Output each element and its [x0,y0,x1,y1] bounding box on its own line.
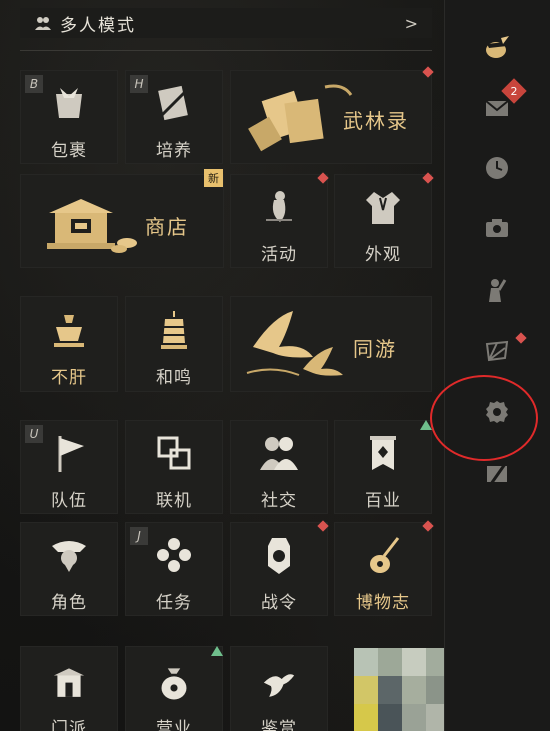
shop-icon [47,199,137,253]
tile-yingye[interactable]: 营业 [125,646,223,731]
new-badge: 新 [204,169,223,187]
fan-icon [485,340,509,362]
sidebar-fan[interactable] [479,332,527,368]
avatar-icon [486,36,509,58]
tile-label: 博物志 [356,592,410,613]
character-icon [52,540,86,572]
tile-bowuzhi[interactable]: 博物志 [334,522,432,616]
robe-icon [366,191,400,224]
tile-menpai[interactable]: 门派 [20,646,118,731]
hotkey-badge: H [130,75,148,93]
gate-icon [53,668,85,697]
hotkey-badge: J [130,527,148,545]
tile-label: 营业 [156,719,192,731]
sidebar-mail[interactable]: 2 [479,78,527,126]
teacup-icon [54,314,84,347]
tile-baoguo[interactable]: B 包裹 [20,70,118,164]
tile-shejiao[interactable]: 社交 [230,420,328,514]
tile-label: 队伍 [51,490,87,511]
bundle-icon [56,87,82,118]
sidebar-avatar[interactable] [479,30,515,66]
tile-jianshang[interactable]: 鉴赏 [230,646,328,731]
pipa-icon [370,536,400,573]
camera-icon [486,219,508,237]
sidebar-hide[interactable] [479,456,515,492]
tile-waiguan[interactable]: 外观 [334,174,432,268]
sidebar-gesture[interactable] [479,272,515,308]
slash-icon [487,463,507,485]
tile-label: 鉴赏 [261,719,297,731]
tile-label: 包裹 [51,140,87,161]
tile-label: 不肝 [51,367,87,388]
notification-dot [515,332,527,344]
tile-label: 商店 [145,215,189,239]
new-indicator [211,646,223,656]
gesture-icon [489,279,507,302]
banner-icon [370,435,396,470]
hotkey-badge: B [25,75,43,93]
tile-label: 社交 [261,490,297,511]
tile-label: 外观 [365,244,401,265]
chevron-right-icon: > [404,14,418,33]
friends-icon [260,436,298,470]
flag-icon [58,435,84,472]
dove-icon [263,674,295,697]
tile-label: 任务 [156,592,192,613]
sidebar-camera[interactable] [479,210,515,246]
tile-heming[interactable]: 和鸣 [125,296,223,392]
moneybag-icon [161,668,187,700]
mail-icon [485,100,509,116]
tile-renwu[interactable]: J 任务 [125,522,223,616]
tile-label: 同游 [353,337,397,361]
multiplayer-title: 多人模式 [60,15,136,36]
tile-label: 联机 [156,490,192,511]
tile-label: 活动 [261,244,297,265]
tile-baiye[interactable]: 百业 [334,420,432,514]
cranes-icon [246,311,343,376]
bird-icon [266,190,292,222]
scroll-icon [157,85,191,120]
tile-juese[interactable]: 角色 [20,522,118,616]
scrolls-icon [248,84,353,152]
tile-tongyou[interactable]: 同游 [230,296,432,392]
link-icon [157,436,191,469]
lantern-token-icon [268,537,290,574]
clock-icon [486,157,508,179]
tile-label: 百业 [365,490,401,511]
lantern-icon [161,310,187,349]
tile-label: 门派 [51,719,87,731]
multiplayer-mode-bar[interactable]: 多人模式 > [20,8,432,38]
tile-label: 和鸣 [156,367,192,388]
tile-label: 战令 [261,592,297,613]
annotation-circle [430,375,538,461]
tile-label: 武林录 [343,109,409,133]
tile-zhanling[interactable]: 战令 [230,522,328,616]
tile-bugan[interactable]: 不肝 [20,296,118,392]
tile-duiwu[interactable]: U 队伍 [20,420,118,514]
multiplayer-icon [35,17,51,30]
quest-flower-icon [157,537,191,572]
tile-peiyang[interactable]: H 培养 [125,70,223,164]
tile-lianji[interactable]: 联机 [125,420,223,514]
right-sidebar: 2 [444,0,550,731]
tile-label: 角色 [51,592,87,613]
sidebar-clock[interactable] [479,150,515,186]
tile-label: 培养 [156,140,192,161]
tile-shangdian[interactable]: 新 商店 [20,169,224,268]
tile-huodong[interactable]: 活动 [230,174,328,268]
tile-wulinlu[interactable]: 武林录 [230,70,432,164]
hotkey-badge: U [25,425,43,443]
divider [20,50,432,51]
